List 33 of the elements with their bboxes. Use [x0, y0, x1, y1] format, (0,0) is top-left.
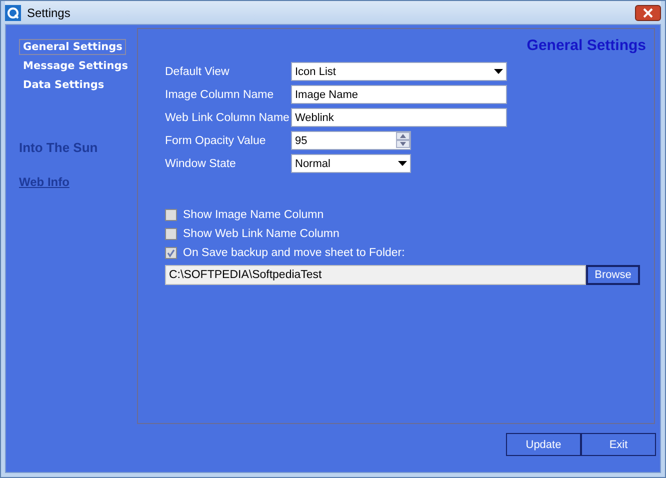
window-title: Settings [27, 6, 70, 20]
app-icon [5, 4, 21, 20]
field-label: Default View [165, 66, 230, 78]
text-field[interactable]: Weblink [291, 108, 507, 127]
checkbox-label: Show Web Link Name Column [183, 228, 340, 240]
checkbox[interactable] [165, 247, 177, 259]
browse-button[interactable]: Browse [586, 265, 640, 285]
footer-button[interactable]: Exit [581, 433, 656, 456]
field-label: Web Link Column Name [165, 112, 290, 124]
caret-icon [494, 69, 503, 74]
dropdown[interactable]: Normal [291, 154, 411, 173]
background-title: Into The Sun [19, 140, 99, 155]
spin-up-icon[interactable] [396, 132, 410, 140]
close-button[interactable] [635, 4, 661, 20]
sidebar-item[interactable]: Message Settings [19, 58, 132, 74]
folder-path-field[interactable]: C:\SOFTPEDIA\SoftpediaTest [165, 265, 586, 285]
spin-field[interactable]: 95 [291, 131, 411, 150]
field-label: Image Column Name [165, 88, 275, 100]
caret-icon [398, 161, 407, 166]
text-field[interactable]: Image Name [291, 85, 507, 104]
field-label: Form Opacity Value [165, 134, 267, 146]
sidebar-item[interactable]: General Settings [19, 39, 126, 55]
checkbox[interactable] [165, 209, 177, 221]
spin-down-icon[interactable] [396, 140, 410, 148]
panel-heading: General Settings [526, 37, 646, 54]
checkbox[interactable] [165, 228, 177, 240]
close-icon [643, 8, 653, 18]
checkbox-label: Show Image Name Column [183, 209, 324, 221]
checkbox-label: On Save backup and move sheet to Folder: [183, 247, 405, 259]
dropdown[interactable]: Icon List [291, 62, 507, 81]
sidebar-item[interactable]: Data Settings [19, 77, 108, 93]
field-label: Window State [165, 158, 237, 170]
footer-button[interactable]: Update [506, 433, 581, 456]
